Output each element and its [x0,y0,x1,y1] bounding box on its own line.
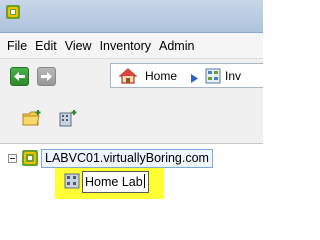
back-arrow-icon [14,72,25,81]
back-button[interactable] [10,67,29,86]
vsphere-client-window: File Edit View Inventory Admin Home Inv … [0,0,263,216]
navigation-toolbar: Home Inv [0,60,263,96]
menu-inventory[interactable]: Inventory [100,39,151,53]
title-bar [0,0,263,33]
inventory-tree: LABVC01.virtuallyBoring.com Home Lab [0,143,263,216]
forward-button[interactable] [37,67,56,86]
menu-file[interactable]: File [7,39,27,53]
menu-bar: File Edit View Inventory Admin [0,33,263,59]
menu-view[interactable]: View [65,39,92,53]
breadcrumb-inventory[interactable]: Inv [225,69,241,83]
breadcrumb-home[interactable]: Home [145,69,177,83]
vsphere-app-icon[interactable] [6,5,20,19]
action-toolbar [0,104,263,132]
collapse-toggle[interactable] [8,154,17,163]
text-caret [143,174,145,188]
vcenter-icon [22,150,38,169]
breadcrumb-arrow-icon[interactable] [191,72,198,86]
datacenter-name-input[interactable]: Home Lab [82,171,149,193]
new-datacenter-icon[interactable] [58,109,78,130]
menu-edit[interactable]: Edit [35,39,57,53]
menu-administration[interactable]: Admin [159,39,194,53]
inventory-icon [205,68,221,87]
home-icon[interactable] [118,68,138,87]
address-bar[interactable]: Home Inv [110,63,263,88]
new-folder-icon[interactable] [22,109,42,130]
datacenter-name-text: Home Lab [85,175,143,189]
datacenter-icon [64,173,80,192]
forward-arrow-icon [41,72,52,81]
vcenter-node-label[interactable]: LABVC01.virtuallyBoring.com [41,149,213,168]
